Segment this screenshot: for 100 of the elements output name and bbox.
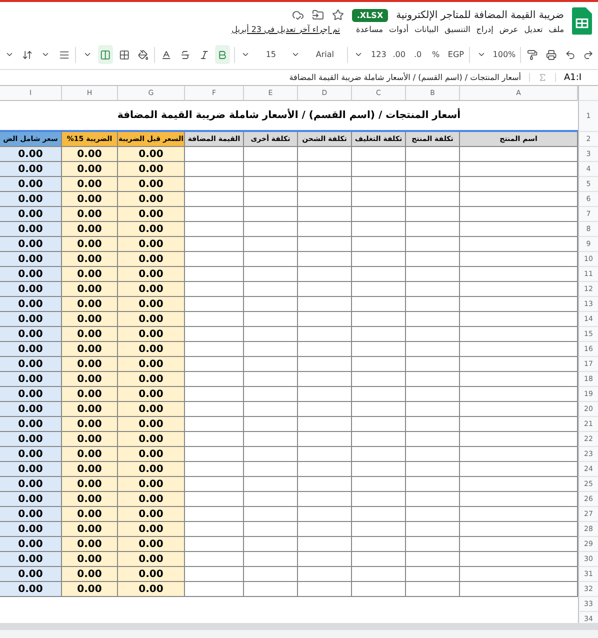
table-cell: 0.00 <box>62 372 118 387</box>
format-button[interactable]: .00 <box>391 45 407 64</box>
table-cell: 0.00 <box>118 372 185 387</box>
table-cell: 0.00 <box>0 477 62 492</box>
table-cell: 0.00 <box>0 402 62 417</box>
table-cell: 0.00 <box>118 327 185 342</box>
table-cell: 0.00 <box>0 312 62 327</box>
table-cell: 0.00 <box>118 492 185 507</box>
table-cell: 0.00 <box>0 357 62 372</box>
table-cell: 0.00 <box>62 297 118 312</box>
table-cell: 0.00 <box>62 252 118 267</box>
table-cell: 0.00 <box>62 492 118 507</box>
table-cell: 0.00 <box>118 417 185 432</box>
table-cell: 0.00 <box>118 447 185 462</box>
table-cell: 0.00 <box>118 177 185 192</box>
table-cell: 0.00 <box>118 267 185 282</box>
table-cell: 0.00 <box>62 327 118 342</box>
table-cell: 0.00 <box>0 432 62 447</box>
table-cell: 0.00 <box>0 522 62 537</box>
table-cell: 0.00 <box>62 387 118 402</box>
table-cell: 0.00 <box>62 417 118 432</box>
format-button[interactable]: EGP <box>446 45 466 64</box>
table-cell: 0.00 <box>62 192 118 207</box>
menu-item[interactable]: عرض <box>499 24 518 34</box>
table-cell: 0.00 <box>62 342 118 357</box>
table-cell: 0.00 <box>0 207 62 222</box>
table-cell: 0.00 <box>0 507 62 522</box>
table-cell: 0.00 <box>62 402 118 417</box>
table-cell: 0.00 <box>0 342 62 357</box>
table-cell: 0.00 <box>0 282 62 297</box>
table-cell: 0.00 <box>118 387 185 402</box>
menu-item[interactable]: أدوات <box>389 24 408 34</box>
table-cell: 0.00 <box>62 207 118 222</box>
table-cell: 0.00 <box>0 582 62 597</box>
format-button[interactable]: % <box>428 45 443 64</box>
table-cell: 0.00 <box>118 432 185 447</box>
table-cell: 0.00 <box>62 282 118 297</box>
table-cell: 0.00 <box>118 312 185 327</box>
table-cell: 0.00 <box>118 402 185 417</box>
menu-item[interactable]: البيانات <box>414 24 439 34</box>
table-cell: 0.00 <box>118 567 185 582</box>
table-cell: 0.00 <box>118 537 185 552</box>
format-button[interactable]: .0 <box>410 45 425 64</box>
table-cell: 0.00 <box>0 567 62 582</box>
menu-item[interactable]: ملف <box>548 24 564 34</box>
table-cell: 0.00 <box>0 492 62 507</box>
table-cell: 0.00 <box>62 447 118 462</box>
table-cell: 0.00 <box>0 252 62 267</box>
menu-item[interactable]: تعديل <box>524 24 543 34</box>
table-cell: 0.00 <box>118 507 185 522</box>
format-button[interactable]: 123 <box>370 45 388 64</box>
table-cell: 0.00 <box>118 522 185 537</box>
table-cell: 0.00 <box>0 267 62 282</box>
table-cell: 0.00 <box>62 162 118 177</box>
table-cell: 0.00 <box>118 207 185 222</box>
table-cell: 0.00 <box>62 357 118 372</box>
table-cell: 0.00 <box>0 537 62 552</box>
table-cell: 0.00 <box>118 552 185 567</box>
table-cell: 0.00 <box>0 147 62 162</box>
font-size-field[interactable]: 15 <box>256 45 285 64</box>
table-cell: 0.00 <box>118 297 185 312</box>
table-cell: 0.00 <box>62 267 118 282</box>
font-dropdown[interactable]: Arial <box>306 45 343 64</box>
zoom-dropdown[interactable]: 100% <box>492 45 516 64</box>
table-cell: 0.00 <box>118 477 185 492</box>
table-cell: 0.00 <box>62 237 118 252</box>
table-cell: 0.00 <box>0 222 62 237</box>
table-cell: 0.00 <box>62 537 118 552</box>
table-cell: 0.00 <box>0 387 62 402</box>
table-cell: 0.00 <box>118 192 185 207</box>
table-cell: 0.00 <box>0 417 62 432</box>
menu-item[interactable]: إدراج <box>476 24 494 34</box>
file-type-badge: .XLSX <box>352 8 388 22</box>
menu-item[interactable]: مساعدة <box>356 24 384 34</box>
table-cell: 0.00 <box>118 282 185 297</box>
table-cell: 0.00 <box>0 177 62 192</box>
table-cell: 0.00 <box>62 177 118 192</box>
table-cell: 0.00 <box>118 147 185 162</box>
formula-field[interactable]: أسعار المنتجات / (اسم القسم) / الأسعار شاملة ضريبة القيمة المضافة <box>289 73 521 82</box>
table-cell: 0.00 <box>118 162 185 177</box>
table-cell: 0.00 <box>62 522 118 537</box>
table-cell: 0.00 <box>0 162 62 177</box>
table-cell: 0.00 <box>118 342 185 357</box>
table-cell: 0.00 <box>118 222 185 237</box>
name-box[interactable]: A1:I <box>564 72 594 82</box>
table-cell: 0.00 <box>62 312 118 327</box>
table-cell: 0.00 <box>62 567 118 582</box>
last-edit-link[interactable]: تم إجراء آخر تعديل في 23 أبريل <box>232 24 340 34</box>
table-cell: 0.00 <box>62 477 118 492</box>
menu-item[interactable]: التنسيق <box>444 24 470 34</box>
table-cell: 0.00 <box>0 462 62 477</box>
table-cell: 0.00 <box>62 147 118 162</box>
document-title[interactable]: ضريبة القيمة المضافة للمتاجر الإلكترونية <box>396 10 564 20</box>
table-cell: 0.00 <box>0 552 62 567</box>
table-cell: 0.00 <box>62 222 118 237</box>
table-cell: 0.00 <box>118 357 185 372</box>
table-cell: 0.00 <box>0 447 62 462</box>
table-cell: 0.00 <box>0 327 62 342</box>
table-cell: 0.00 <box>118 462 185 477</box>
table-cell: 0.00 <box>62 462 118 477</box>
